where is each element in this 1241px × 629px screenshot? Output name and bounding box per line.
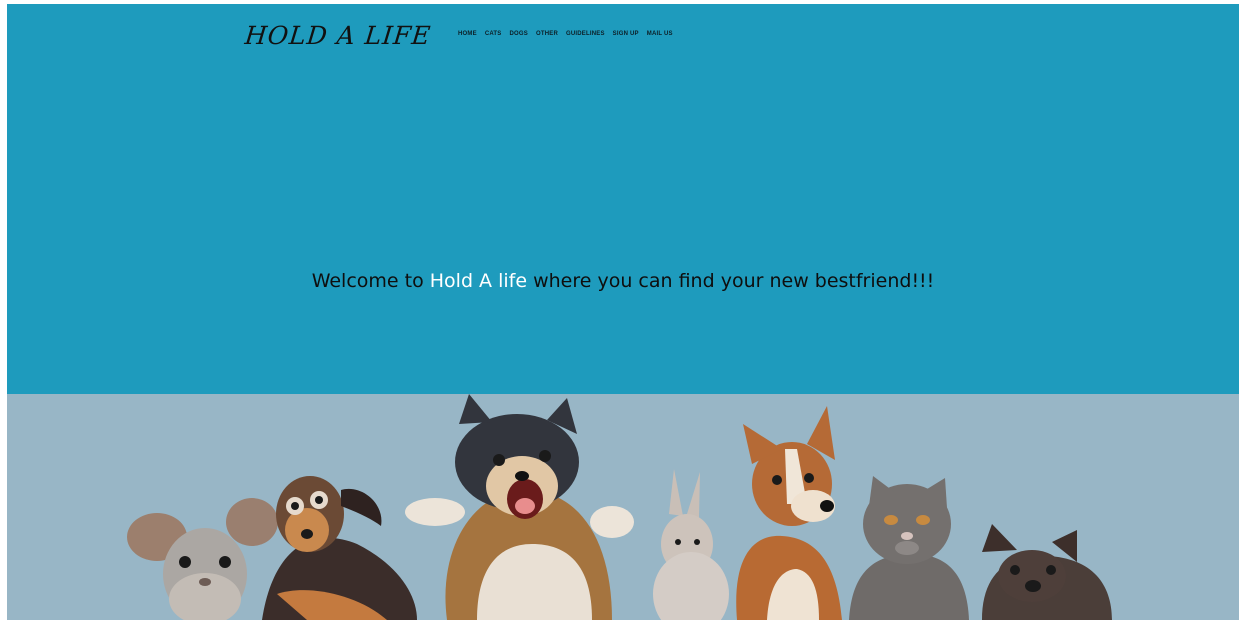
nav-mail-us[interactable]: MAIL US <box>647 31 673 37</box>
cat-image <box>849 476 969 620</box>
basenji-image <box>736 406 842 620</box>
nav-home[interactable]: HOME <box>458 31 477 37</box>
site-logo[interactable]: HOLD A LIFE <box>243 21 432 50</box>
animals-banner <box>7 394 1239 620</box>
welcome-suffix: where you can find your new bestfriend!!… <box>527 270 935 292</box>
nav-dogs[interactable]: DOGS <box>510 31 528 37</box>
dachshund-image <box>262 476 417 620</box>
husky-image <box>405 394 634 620</box>
welcome-heading: Welcome to Hold A life where you can fin… <box>7 270 1239 292</box>
nav-cats[interactable]: CATS <box>485 31 502 37</box>
animals-illustration <box>127 394 1112 620</box>
main-nav: HOME CATS DOGS OTHER GUIDELINES SIGN UP … <box>458 31 673 37</box>
welcome-brand: Hold A life <box>429 270 528 292</box>
rabbit-image <box>653 469 729 620</box>
floor-strip <box>0 620 1241 629</box>
nav-other[interactable]: OTHER <box>536 31 558 37</box>
nav-guidelines[interactable]: GUIDELINES <box>566 31 605 37</box>
welcome-prefix: Welcome to <box>311 270 430 292</box>
chinchilla-image <box>127 498 278 620</box>
page: HOLD A LIFE HOME CATS DOGS OTHER GUIDELI… <box>0 0 1241 629</box>
french-bulldog-image <box>982 524 1112 620</box>
nav-sign-up[interactable]: SIGN UP <box>613 31 639 37</box>
hero-section: HOLD A LIFE HOME CATS DOGS OTHER GUIDELI… <box>7 4 1239 394</box>
